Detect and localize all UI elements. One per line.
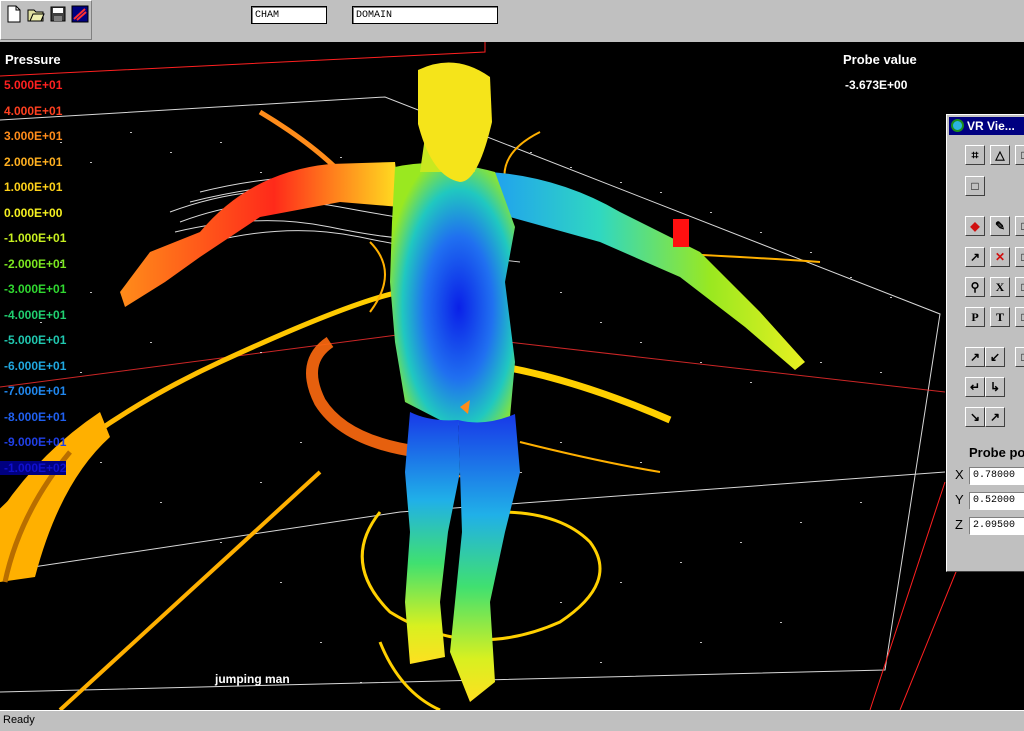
legend-value: -4.000E+01 <box>4 307 67 322</box>
new-file-icon[interactable] <box>4 4 24 24</box>
probe-value: -3.673E+00 <box>845 78 908 92</box>
vr-logo-icon <box>951 119 964 132</box>
triangle-icon[interactable]: △ <box>990 145 1010 165</box>
cham-field[interactable]: CHAM <box>251 6 327 24</box>
legend-value: -1.000E+02 <box>0 460 67 475</box>
probe-y-field[interactable]: 0.52000 <box>969 492 1024 510</box>
p-icon[interactable]: P <box>965 307 985 327</box>
legend-value: -6.000E+01 <box>4 358 67 373</box>
legend-value: -8.000E+01 <box>4 409 67 424</box>
probe-value-label: Probe value <box>843 52 917 67</box>
3d-viewport[interactable]: Pressure 5.000E+01 4.000E+01 3.000E+01 2.00… <box>0 42 1024 710</box>
legend-value: 0.000E+00 <box>4 205 63 220</box>
palette-title: VR Vie... <box>967 119 1015 133</box>
legend-value: 4.000E+01 <box>4 103 63 118</box>
vr-viewer-palette: VR Vie... ⌗△□□◆✎□↗✕□⚲X□PT□↗↙□↵↳↘↗ Probe … <box>946 114 1024 572</box>
legend-value: 1.000E+01 <box>4 180 63 194</box>
box-icon[interactable]: □ <box>1015 307 1024 327</box>
pen-icon[interactable]: ✎ <box>990 216 1010 236</box>
x-axis-icon[interactable]: X <box>990 277 1010 297</box>
legend-value: 3.000E+01 <box>4 129 63 143</box>
t-icon[interactable]: T <box>990 307 1010 327</box>
legend-value: 5.000E+01 <box>4 78 63 92</box>
box-icon[interactable]: □ <box>965 176 985 196</box>
box-icon[interactable]: □ <box>1015 247 1024 267</box>
palette-title-bar[interactable]: VR Vie... <box>949 117 1024 135</box>
box-icon[interactable]: □ <box>1015 145 1024 165</box>
legend-value: 2.000E+01 <box>4 154 63 169</box>
toolbar-button-group <box>0 0 92 40</box>
probe-z-label: Z <box>955 517 963 532</box>
scene-caption: jumping man <box>215 672 290 686</box>
object-icon[interactable]: ◆ <box>965 216 985 236</box>
jumping-man-figure <box>120 62 805 702</box>
legend-value: -5.000E+01 <box>4 333 67 347</box>
box-icon[interactable]: □ <box>1015 216 1024 236</box>
domain-field[interactable]: DOMAIN <box>352 6 498 24</box>
turn-left-icon[interactable]: ↵ <box>965 377 985 397</box>
probe-marker <box>673 219 689 247</box>
status-text: Ready <box>3 714 35 726</box>
tilt-down-icon[interactable]: ↘ <box>965 407 985 427</box>
box-icon[interactable]: □ <box>1015 347 1024 367</box>
grid-icon[interactable]: ⌗ <box>965 145 985 165</box>
legend-value: -7.000E+01 <box>4 384 67 398</box>
toolbar: CHAM DOMAIN <box>0 0 1024 42</box>
legend-title: Pressure <box>5 52 61 67</box>
vector-icon[interactable]: ↗ <box>965 247 985 267</box>
box-icon[interactable]: □ <box>1015 277 1024 297</box>
save-disk-icon[interactable] <box>48 4 68 24</box>
turn-right-icon[interactable]: ↳ <box>985 377 1005 397</box>
move-down-left-icon[interactable]: ↙ <box>985 347 1005 367</box>
status-bar: Ready <box>0 710 1024 731</box>
tilt-up-icon[interactable]: ↗ <box>985 407 1005 427</box>
probe-x-label: X <box>955 467 964 482</box>
legend-value: -3.000E+01 <box>4 282 67 296</box>
legend-value: -2.000E+01 <box>4 256 67 271</box>
move-up-right-icon[interactable]: ↗ <box>965 347 985 367</box>
scene-render <box>0 42 961 710</box>
delete-vector-icon[interactable]: ✕ <box>990 247 1010 267</box>
legend-value: -1.000E+01 <box>4 231 67 245</box>
open-folder-icon[interactable] <box>26 4 46 24</box>
vr-view-icon[interactable] <box>70 4 90 24</box>
probe-z-field[interactable]: 2.09500 <box>969 517 1024 535</box>
probe-icon[interactable]: ⚲ <box>965 277 985 297</box>
probe-y-label: Y <box>955 492 964 507</box>
probe-position-label: Probe po <box>969 445 1024 460</box>
legend-value: -9.000E+01 <box>4 435 67 449</box>
probe-x-field[interactable]: 0.78000 <box>969 467 1024 485</box>
